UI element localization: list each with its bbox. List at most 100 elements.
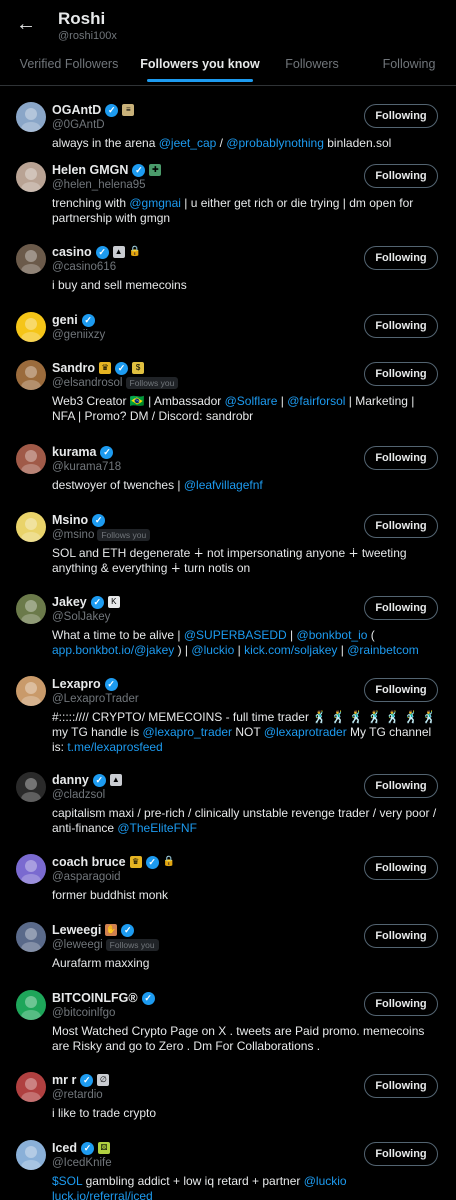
user-name[interactable]: OGAntD xyxy=(52,103,101,117)
user-handle-text: @bitcoinlfgo xyxy=(52,1007,116,1019)
tab-followers[interactable]: Followers xyxy=(262,46,362,86)
square-badge-icon: ≡ xyxy=(122,104,135,116)
bio-link[interactable]: @SUPERBASEDD xyxy=(184,628,287,642)
following-button[interactable]: Following xyxy=(364,1074,438,1098)
avatar-cartoon-icon[interactable] xyxy=(16,444,46,474)
user-bio: What a time to be alive | @SUPERBASEDD |… xyxy=(52,628,440,658)
bio-text: ) | xyxy=(174,643,192,657)
bio-link[interactable]: @gmgnai xyxy=(129,196,181,210)
avatar-cartoon-icon[interactable] xyxy=(16,1140,46,1170)
bio-link[interactable]: @fairforsol xyxy=(287,394,345,408)
verified-badge-icon: ✓ xyxy=(104,677,118,691)
bio-link[interactable]: @leafvillagefnf xyxy=(184,478,263,492)
following-button[interactable]: Following xyxy=(364,924,438,948)
user-handle-text: @retardio xyxy=(52,1089,103,1101)
bio-text: Aurafarm maxxing xyxy=(52,956,150,970)
user-handle: @SolJakey xyxy=(52,611,110,623)
avatar-cartoon-icon[interactable] xyxy=(16,594,46,624)
bio-link[interactable]: @probablynothing xyxy=(226,136,324,150)
bio-text: always in the arena xyxy=(52,136,159,150)
bio-link[interactable]: kick.com/soljakey xyxy=(244,643,337,657)
bio-link[interactable]: @Solflare xyxy=(225,394,278,408)
following-button[interactable]: Following xyxy=(364,314,438,338)
user-name[interactable]: geni xyxy=(52,313,78,327)
verified-badge-icon: ✓ xyxy=(100,445,114,459)
user-handle: @msino Follows you xyxy=(52,529,151,541)
bio-link[interactable]: t.me/lexaprosfeed xyxy=(67,740,162,754)
following-button[interactable]: Following xyxy=(364,596,438,620)
square-badge-icon: $ xyxy=(132,362,145,374)
verified-badge-icon: ✓ xyxy=(90,595,104,609)
following-button[interactable]: Following xyxy=(364,164,438,188)
user-handle-text: @cladzsol xyxy=(52,789,106,801)
user-name[interactable]: Lexapro xyxy=(52,677,101,691)
name-line: OGAntD ✓ ≡ xyxy=(52,102,135,118)
bio-link[interactable]: @luckio xyxy=(304,1174,347,1188)
user-name[interactable]: Msino xyxy=(52,513,88,527)
following-button[interactable]: Following xyxy=(364,774,438,798)
avatar-yellow-icon[interactable] xyxy=(16,312,46,342)
bio-link[interactable]: @lexapro_trader xyxy=(142,725,232,739)
following-button[interactable]: Following xyxy=(364,678,438,702)
tab-followers-you-know[interactable]: Followers you know xyxy=(138,46,262,86)
avatar-cartoon-icon[interactable] xyxy=(16,922,46,952)
user-name[interactable]: casino xyxy=(52,245,92,259)
user-name[interactable]: Leweegi xyxy=(52,923,101,937)
user-name[interactable]: kurama xyxy=(52,445,96,459)
name-line: BITCOINLFG® ✓ xyxy=(52,990,155,1006)
tab-following[interactable]: Following xyxy=(362,46,456,86)
user-bio: always in the arena @jeet_cap / @probabl… xyxy=(52,136,440,151)
bio-link[interactable]: @jeet_cap xyxy=(159,136,217,150)
avatar-cartoon-icon[interactable] xyxy=(16,854,46,884)
bio-text: trenching with xyxy=(52,196,130,210)
following-button[interactable]: Following xyxy=(364,992,438,1016)
name-line: Msino ✓ xyxy=(52,512,106,528)
user-bio: destwoyer of twenches | @leafvillagefnf xyxy=(52,478,440,493)
avatar-cartoon-icon[interactable] xyxy=(16,676,46,706)
user-name[interactable]: Iced xyxy=(52,1141,77,1155)
following-button[interactable]: Following xyxy=(364,1142,438,1166)
user-name[interactable]: Jakey xyxy=(52,595,87,609)
following-button[interactable]: Following xyxy=(364,362,438,386)
verified-badge-icon: ✓ xyxy=(132,163,146,177)
following-button[interactable]: Following xyxy=(364,446,438,470)
user-name[interactable]: coach bruce xyxy=(52,855,126,869)
avatar-cartoon-icon[interactable] xyxy=(16,102,46,132)
user-handle: @cladzsol xyxy=(52,789,105,801)
bio-link[interactable]: @bonkbot_io xyxy=(297,628,368,642)
bio-link[interactable]: @TheEliteFNF xyxy=(117,821,197,835)
user-name[interactable]: Sandro xyxy=(52,361,95,375)
user-name[interactable]: danny xyxy=(52,773,89,787)
verified-badge-icon: ✓ xyxy=(121,923,135,937)
bio-link[interactable]: @luckio xyxy=(191,643,234,657)
avatar-cartoon-icon[interactable] xyxy=(16,360,46,390)
following-button[interactable]: Following xyxy=(364,246,438,270)
user-bio: SOL and ETH degenerate ∔ not impersonati… xyxy=(52,546,440,576)
user-bio: former buddhist monk xyxy=(52,888,440,903)
avatar-cartoon-icon[interactable] xyxy=(16,1072,46,1102)
avatar-cartoon-icon[interactable] xyxy=(16,772,46,802)
avatar-cartoon-icon[interactable] xyxy=(16,512,46,542)
user-name[interactable]: Helen GMGN xyxy=(52,163,128,177)
avatar-cartoon-icon[interactable] xyxy=(16,244,46,274)
user-handle-text: @leweegi xyxy=(52,939,103,951)
user-handle-text: @elsandrosol xyxy=(52,377,123,389)
user-name[interactable]: BITCOINLFG® xyxy=(52,991,138,1005)
back-arrow-icon[interactable]: ← xyxy=(14,12,38,36)
bio-link[interactable]: $SOL xyxy=(52,1174,82,1188)
following-button[interactable]: Following xyxy=(364,856,438,880)
bio-link[interactable]: @lexaprotrader xyxy=(264,725,347,739)
gmgn-badge-icon: ✚ xyxy=(149,164,162,176)
verified-badge-icon: ✓ xyxy=(115,361,129,375)
bio-text: capitalism maxi / pre-rich / clinically … xyxy=(52,806,437,835)
bio-link[interactable]: luck.io/referral/iced xyxy=(52,1189,153,1200)
avatar-logo-icon[interactable] xyxy=(16,990,46,1020)
avatar-photo-icon[interactable] xyxy=(16,162,46,192)
name-line: casino ✓ ▲ 🔒 xyxy=(52,244,141,260)
following-button[interactable]: Following xyxy=(364,514,438,538)
bio-link[interactable]: @rainbetcom xyxy=(347,643,419,657)
following-button[interactable]: Following xyxy=(364,104,438,128)
user-name[interactable]: mr r xyxy=(52,1073,76,1087)
tab-verified-followers[interactable]: Verified Followers xyxy=(0,46,138,86)
bio-link[interactable]: app.bonkbot.io/@jakey xyxy=(52,643,174,657)
